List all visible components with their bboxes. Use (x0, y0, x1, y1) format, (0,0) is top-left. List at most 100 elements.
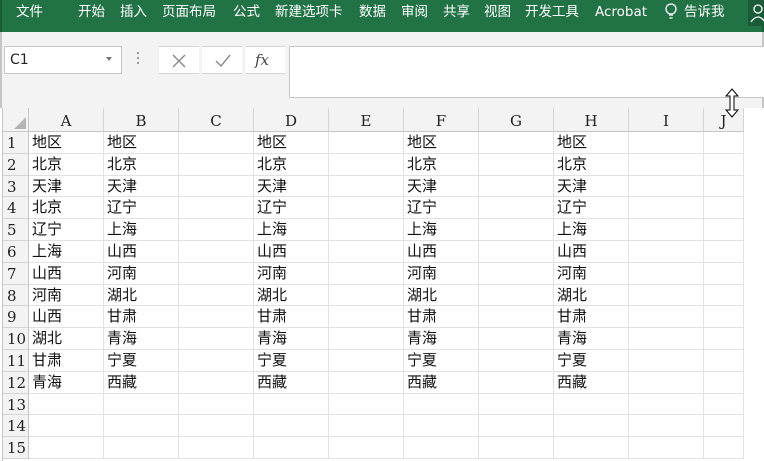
account-icon[interactable] (748, 0, 764, 26)
select-all-button[interactable] (3, 108, 29, 132)
cell-i7[interactable] (629, 262, 704, 285)
cell-i9[interactable] (629, 306, 704, 329)
cell-i14[interactable] (629, 415, 704, 438)
row-header-15[interactable]: 15 (3, 437, 29, 459)
cell-b3[interactable]: 天津 (104, 175, 179, 198)
cell-a2[interactable]: 北京 (29, 153, 104, 176)
cell-e5[interactable] (329, 219, 404, 241)
cell-g2[interactable] (479, 153, 554, 176)
row-header-11[interactable]: 11 (3, 350, 29, 372)
cell-j6[interactable] (704, 241, 744, 263)
cell-f1[interactable]: 地区 (404, 132, 479, 154)
tab-new-tab[interactable]: 新建选项卡 (275, 3, 343, 25)
cancel-button[interactable] (159, 46, 199, 74)
cell-h1[interactable]: 地区 (554, 132, 629, 154)
cell-h11[interactable]: 宁夏 (554, 350, 629, 372)
cell-f9[interactable]: 甘肃 (404, 306, 479, 329)
cell-c5[interactable] (179, 219, 254, 241)
cell-d7[interactable]: 河南 (254, 262, 329, 285)
row-header-6[interactable]: 6 (3, 241, 29, 263)
cell-a11[interactable]: 甘肃 (29, 350, 104, 372)
column-header-f[interactable]: F (404, 108, 479, 132)
cell-d1[interactable]: 地区 (254, 132, 329, 154)
cell-c13[interactable] (179, 393, 254, 416)
cell-j5[interactable] (704, 219, 744, 241)
cell-c11[interactable] (179, 350, 254, 372)
row-header-7[interactable]: 7 (3, 262, 29, 285)
cell-c8[interactable] (179, 284, 254, 307)
cell-d4[interactable]: 辽宁 (254, 197, 329, 220)
cell-f10[interactable]: 青海 (404, 328, 479, 350)
cell-i3[interactable] (629, 175, 704, 198)
cell-e9[interactable] (329, 306, 404, 329)
cell-e6[interactable] (329, 241, 404, 263)
tab-share[interactable]: 共享 (443, 3, 470, 25)
cell-b15[interactable] (104, 437, 179, 459)
cell-g5[interactable] (479, 219, 554, 241)
cell-j3[interactable] (704, 175, 744, 198)
cell-j10[interactable] (704, 328, 744, 350)
cell-e3[interactable] (329, 175, 404, 198)
cell-g7[interactable] (479, 262, 554, 285)
tab-developer[interactable]: 开发工具 (525, 3, 579, 25)
insert-function-button[interactable]: fx (245, 46, 285, 74)
cell-b14[interactable] (104, 415, 179, 438)
row-header-14[interactable]: 14 (3, 415, 29, 438)
cell-j12[interactable] (704, 371, 744, 394)
cell-h2[interactable]: 北京 (554, 153, 629, 176)
cell-g11[interactable] (479, 350, 554, 372)
column-header-a[interactable]: A (29, 108, 104, 132)
cell-c6[interactable] (179, 241, 254, 263)
cell-h4[interactable]: 辽宁 (554, 197, 629, 220)
cell-a8[interactable]: 河南 (29, 284, 104, 307)
cell-f6[interactable]: 山西 (404, 241, 479, 263)
name-box[interactable]: C1 (4, 46, 122, 74)
cell-b8[interactable]: 湖北 (104, 284, 179, 307)
cell-i10[interactable] (629, 328, 704, 350)
cell-f8[interactable]: 湖北 (404, 284, 479, 307)
cell-j13[interactable] (704, 393, 744, 416)
cell-g3[interactable] (479, 175, 554, 198)
cell-b7[interactable]: 河南 (104, 262, 179, 285)
cell-c9[interactable] (179, 306, 254, 329)
cell-c14[interactable] (179, 415, 254, 438)
cell-g12[interactable] (479, 371, 554, 394)
cell-b10[interactable]: 青海 (104, 328, 179, 350)
cell-h10[interactable]: 青海 (554, 328, 629, 350)
cell-c12[interactable] (179, 371, 254, 394)
column-header-d[interactable]: D (254, 108, 329, 132)
cell-b5[interactable]: 上海 (104, 219, 179, 241)
cell-b11[interactable]: 宁夏 (104, 350, 179, 372)
cell-i6[interactable] (629, 241, 704, 263)
cell-a1[interactable]: 地区 (29, 132, 104, 154)
row-header-13[interactable]: 13 (3, 393, 29, 416)
cell-d3[interactable]: 天津 (254, 175, 329, 198)
cell-a10[interactable]: 湖北 (29, 328, 104, 350)
cell-g8[interactable] (479, 284, 554, 307)
cell-g6[interactable] (479, 241, 554, 263)
cell-b1[interactable]: 地区 (104, 132, 179, 154)
cell-f15[interactable] (404, 437, 479, 459)
cell-g9[interactable] (479, 306, 554, 329)
cell-c3[interactable] (179, 175, 254, 198)
cell-j11[interactable] (704, 350, 744, 372)
cell-a9[interactable]: 山西 (29, 306, 104, 329)
cell-i1[interactable] (629, 132, 704, 154)
cell-a6[interactable]: 上海 (29, 241, 104, 263)
cell-d9[interactable]: 甘肃 (254, 306, 329, 329)
cell-d6[interactable]: 山西 (254, 241, 329, 263)
cell-b6[interactable]: 山西 (104, 241, 179, 263)
cell-e8[interactable] (329, 284, 404, 307)
tab-home[interactable]: 开始 (78, 3, 105, 25)
cell-h7[interactable]: 河南 (554, 262, 629, 285)
cell-d13[interactable] (254, 393, 329, 416)
drag-handle-icon[interactable] (136, 52, 140, 68)
row-header-10[interactable]: 10 (3, 328, 29, 350)
cell-e11[interactable] (329, 350, 404, 372)
cell-d15[interactable] (254, 437, 329, 459)
chevron-down-icon[interactable] (106, 57, 112, 61)
column-header-h[interactable]: H (554, 108, 629, 132)
cell-a15[interactable] (29, 437, 104, 459)
cell-d10[interactable]: 青海 (254, 328, 329, 350)
cell-e1[interactable] (329, 132, 404, 154)
